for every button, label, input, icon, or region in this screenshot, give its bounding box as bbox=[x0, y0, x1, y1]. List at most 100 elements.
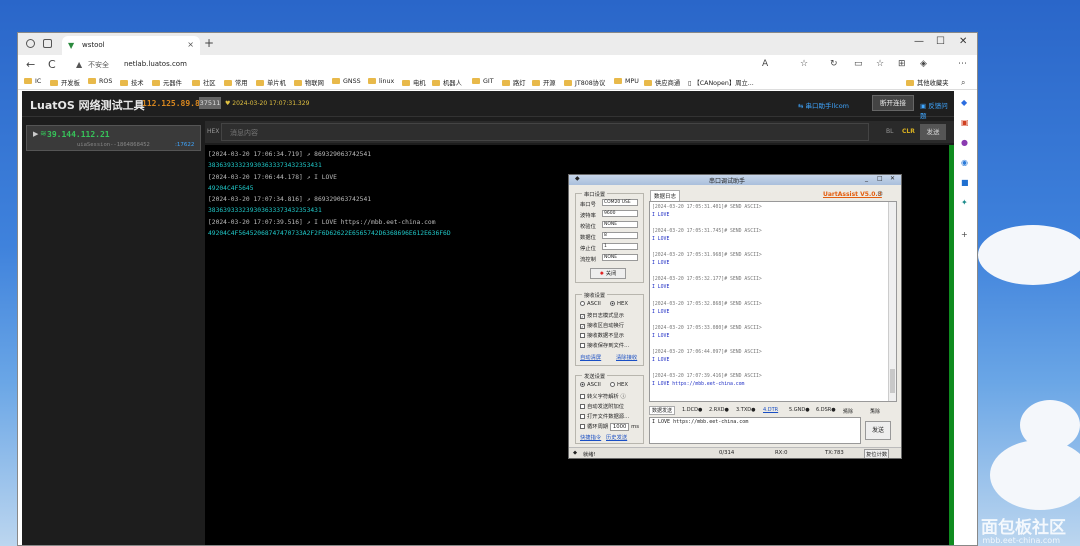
bookmark-folder[interactable]: 开源 bbox=[532, 78, 556, 87]
baud-select[interactable]: 9600 bbox=[602, 210, 638, 217]
close-port-button[interactable]: ✹ 关闭 bbox=[590, 268, 626, 279]
hex-toggle[interactable]: HEX bbox=[207, 128, 219, 135]
pin-dtr[interactable]: 4.DTR bbox=[763, 407, 778, 413]
client-item[interactable]: ▶ ≋ 39.144.112.21 uiaSession--1864868452… bbox=[26, 125, 201, 151]
recv-option-checkbox[interactable]: ✓ 按日志模式显示 bbox=[580, 311, 624, 319]
bookmark-folder[interactable]: MPU bbox=[614, 78, 639, 85]
refresh-button[interactable]: C bbox=[48, 58, 56, 71]
recv-option-checkbox[interactable]: ✓ 接收区自动换行 bbox=[580, 321, 624, 329]
bookmark-folder[interactable]: 电机 bbox=[402, 78, 426, 87]
tag-icon[interactable]: ◆ bbox=[961, 98, 967, 107]
message-input[interactable]: 消息内容 bbox=[221, 123, 869, 141]
serial-send-button[interactable]: 发送 bbox=[865, 421, 891, 440]
maximize-button[interactable]: ☐ bbox=[936, 36, 945, 47]
parity-select[interactable]: NONE bbox=[602, 221, 638, 228]
flow-select[interactable]: NONE bbox=[602, 254, 638, 261]
bookmark-folder[interactable]: IC bbox=[24, 78, 41, 85]
scroll-thumb[interactable] bbox=[890, 369, 895, 393]
tab-actions-icon[interactable] bbox=[43, 39, 52, 48]
outlook-icon[interactable]: ■ bbox=[961, 178, 969, 187]
bl-toggle[interactable]: BL bbox=[886, 128, 893, 135]
office-icon[interactable]: ◉ bbox=[961, 158, 968, 167]
tab-close-icon[interactable]: × bbox=[187, 40, 194, 49]
send-ascii-radio[interactable]: ASCII bbox=[580, 382, 601, 388]
bookmark-folder[interactable]: 常用 bbox=[224, 78, 248, 87]
add-icon[interactable]: + bbox=[961, 230, 968, 239]
settings-icon[interactable]: ⚙ bbox=[877, 190, 883, 198]
pin-txd[interactable]: 3.TXD● bbox=[736, 407, 755, 413]
people-icon[interactable]: ● bbox=[961, 138, 968, 147]
disconnect-button[interactable]: 断开连接 bbox=[872, 95, 914, 111]
clr-button[interactable]: CLR bbox=[902, 128, 915, 135]
close-window-button[interactable]: ✕ bbox=[959, 36, 967, 47]
tab-data-send[interactable]: 数据发送 bbox=[649, 406, 676, 415]
minimize-button[interactable]: — bbox=[914, 36, 924, 47]
search-icon[interactable]: ⌕ bbox=[961, 78, 965, 88]
bookmark-folder[interactable]: 单片机 bbox=[256, 78, 286, 87]
collections-icon[interactable]: ⊞ bbox=[898, 59, 906, 69]
port-select[interactable]: COM20 USE bbox=[602, 199, 638, 206]
recv-option-checkbox[interactable]: 接收保存到文件... bbox=[580, 341, 629, 349]
cycle-checkbox[interactable]: 循环周期 1000 ms bbox=[580, 422, 639, 431]
bookmark-folder[interactable]: GNSS bbox=[332, 78, 361, 85]
bookmark-folder[interactable]: linux bbox=[368, 78, 394, 85]
bookmark-folder[interactable]: GIT bbox=[472, 78, 494, 85]
app-menu-icon[interactable]: ◆ bbox=[575, 175, 580, 182]
clear-recv-link[interactable]: 清除接收 bbox=[616, 353, 637, 361]
split-screen-icon[interactable]: ▭ bbox=[854, 59, 863, 69]
favorites-icon[interactable]: ☆ bbox=[876, 59, 884, 69]
uartassist-brand[interactable]: UartAssist V5.0.3 bbox=[823, 191, 882, 198]
close-window-button[interactable]: ✕ bbox=[890, 175, 895, 182]
pin-dsr[interactable]: 6.DSR● bbox=[816, 407, 836, 413]
extensions-icon[interactable]: ◈ bbox=[920, 59, 927, 69]
designer-icon[interactable]: ✦ bbox=[961, 198, 968, 207]
recv-ascii-radio[interactable]: ASCII bbox=[580, 301, 601, 307]
more-menu-icon[interactable]: ⋯ bbox=[958, 59, 967, 69]
feedback-link[interactable]: ▣ 反馈问题 bbox=[920, 100, 954, 120]
cycle-input[interactable]: 1000 bbox=[609, 423, 630, 431]
read-aloud-icon[interactable]: A bbox=[762, 59, 768, 69]
send-option-checkbox[interactable]: 自动发送附加位 bbox=[580, 402, 624, 410]
receive-scrollbar[interactable] bbox=[888, 202, 896, 401]
minimize-button[interactable]: _ bbox=[865, 175, 868, 182]
databits-select[interactable]: 8 bbox=[602, 232, 638, 239]
bookmark-folder[interactable]: ROS bbox=[88, 78, 112, 85]
bookmark-folder[interactable]: 元器件 bbox=[152, 78, 182, 87]
favorite-star-icon[interactable]: ☆ bbox=[800, 59, 808, 69]
recv-hex-radio[interactable]: HEX bbox=[610, 301, 628, 307]
log-scrollbar[interactable] bbox=[949, 145, 954, 545]
bookmark-folder[interactable]: 开发板 bbox=[50, 78, 80, 87]
new-tab-button[interactable]: + bbox=[204, 36, 214, 50]
send-textarea[interactable]: I LOVE https://mbb.eet-china.com bbox=[649, 417, 861, 444]
pin-rxd[interactable]: 2.RXD● bbox=[709, 407, 729, 413]
bookmark-folder[interactable]: 社区 bbox=[192, 78, 216, 87]
profile-icon[interactable] bbox=[26, 39, 35, 48]
send-hex-radio[interactable]: HEX bbox=[610, 382, 628, 388]
url-input[interactable]: netlab.luatos.com bbox=[124, 60, 187, 68]
expand-arrow-icon[interactable]: ▶ bbox=[33, 130, 38, 138]
send-button[interactable]: 发送 bbox=[920, 124, 946, 140]
bookmark-folder[interactable]: 技术 bbox=[120, 78, 144, 87]
send-option-checkbox[interactable]: 打开文件数据源... bbox=[580, 412, 629, 420]
bookmark-folder[interactable]: 物联网 bbox=[294, 78, 324, 87]
recv-option-checkbox[interactable]: 接收数据不显示 bbox=[580, 331, 624, 339]
tab-wstool[interactable]: ▼ wstool × bbox=[62, 36, 200, 55]
pin-gnd[interactable]: 5.GND● bbox=[789, 407, 810, 413]
back-button[interactable]: ← bbox=[26, 58, 35, 71]
bookmark-folder[interactable]: 机器人 bbox=[432, 78, 462, 87]
bookmark-folder[interactable]: 供应商通 bbox=[644, 78, 680, 87]
toolbox-icon[interactable]: ▣ bbox=[961, 118, 969, 127]
reset-count-button[interactable]: 复位计数 bbox=[864, 449, 890, 458]
pin-dcd[interactable]: 1.DCD● bbox=[682, 407, 702, 413]
bookmark-folder[interactable]: 路灯 bbox=[502, 78, 526, 87]
stopbits-select[interactable]: 1 bbox=[602, 243, 638, 250]
refresh-page-icon[interactable]: ↻ bbox=[830, 59, 838, 69]
quick-command-link[interactable]: 快捷指令 bbox=[580, 433, 601, 441]
auto-clear-link[interactable]: 自动清屏 bbox=[580, 353, 601, 361]
other-bookmarks[interactable]: 其他收藏夹 bbox=[906, 78, 948, 87]
send-option-checkbox[interactable]: 转义字符解析 ⓘ bbox=[580, 392, 626, 400]
bookmark-page[interactable]: ▯ 【CANopen】周立... bbox=[688, 78, 754, 87]
bookmark-folder[interactable]: JT808协议 bbox=[564, 78, 605, 87]
history-link[interactable]: 历史发送 bbox=[606, 433, 627, 441]
maximize-button[interactable]: □ bbox=[877, 175, 883, 182]
